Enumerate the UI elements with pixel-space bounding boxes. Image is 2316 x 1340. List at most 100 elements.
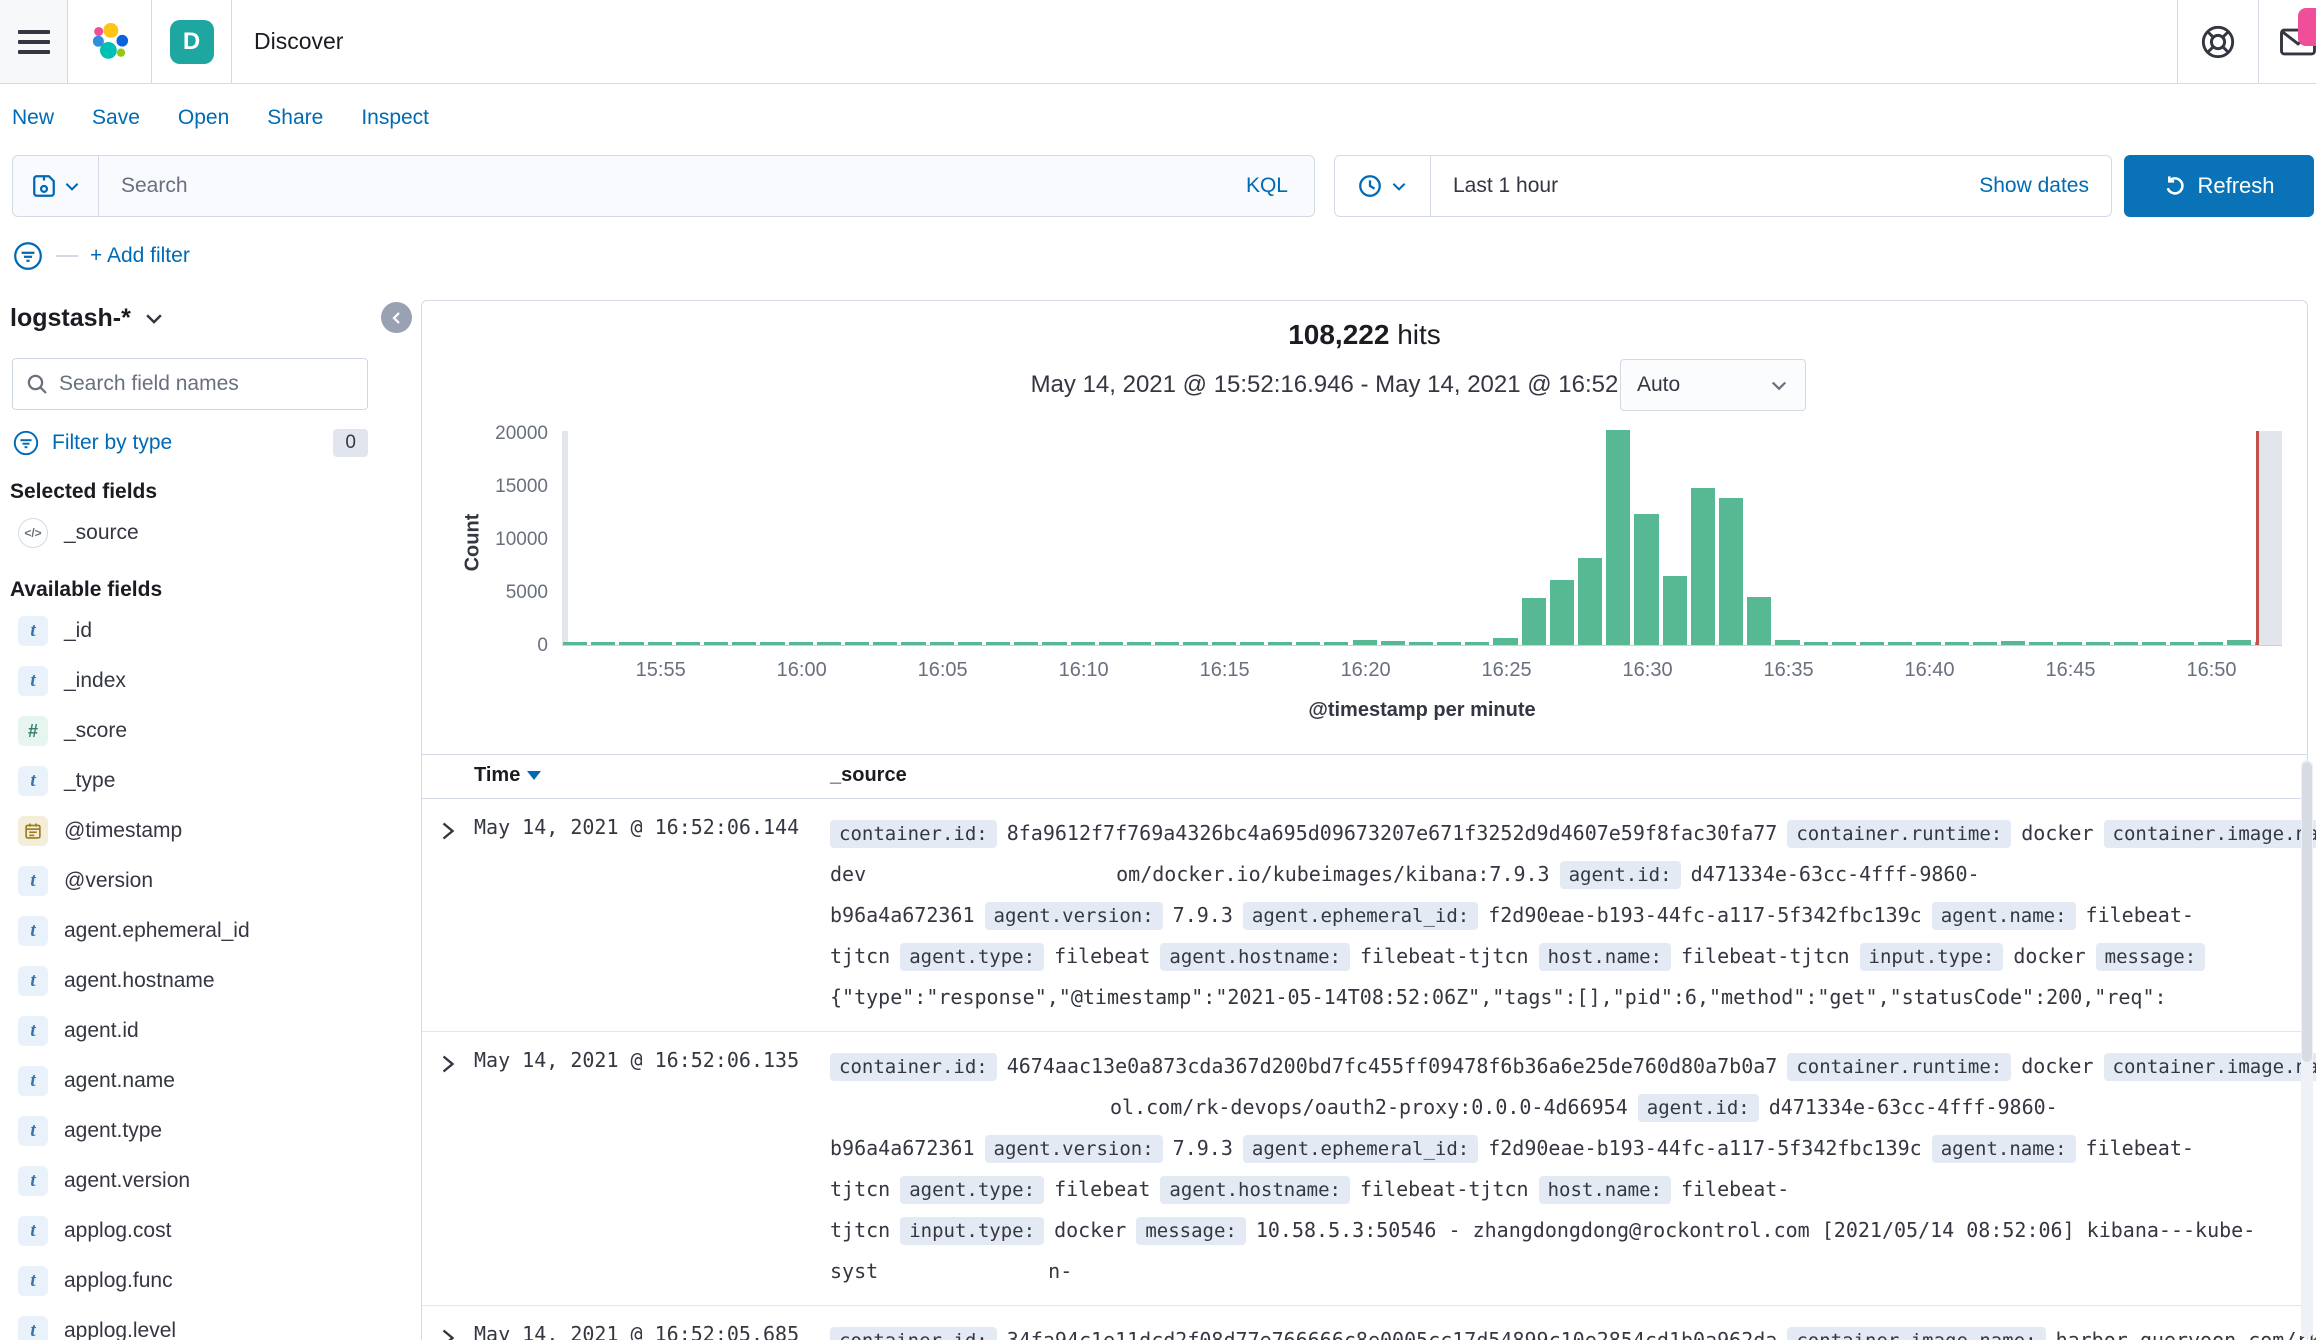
histogram-bar-16:06[interactable] — [958, 642, 982, 645]
menu-inspect[interactable]: Inspect — [361, 106, 429, 130]
field-search-input[interactable] — [59, 372, 355, 396]
histogram-bar-16:43[interactable] — [2001, 641, 2025, 645]
histogram-bar-15:57[interactable] — [704, 642, 728, 645]
field-item-applog-cost[interactable]: tapplog.cost — [0, 1206, 420, 1256]
histogram-bar-16:49[interactable] — [2170, 642, 2194, 645]
histogram-bar-16:48[interactable] — [2142, 642, 2166, 645]
histogram-bar-16:23[interactable] — [1437, 642, 1461, 645]
field-item--timestamp[interactable]: @timestamp — [0, 806, 420, 856]
histogram-bar-16:04[interactable] — [901, 642, 925, 645]
table-scrollbar[interactable] — [2301, 760, 2313, 1338]
histogram-bar-16:40[interactable] — [1916, 642, 1940, 645]
histogram-bar-16:11[interactable] — [1099, 642, 1123, 645]
histogram-bar-15:52[interactable] — [563, 642, 587, 645]
histogram-bar-16:17[interactable] — [1268, 642, 1292, 645]
expand-row-button[interactable] — [436, 1326, 460, 1340]
histogram-bar-16:27[interactable] — [1550, 580, 1574, 645]
filter-icon[interactable] — [12, 240, 44, 272]
histogram-bar-16:19[interactable] — [1324, 642, 1348, 645]
field-item-agent-version[interactable]: tagent.version — [0, 1156, 420, 1206]
histogram-bar-16:42[interactable] — [1973, 642, 1997, 645]
field-item--id[interactable]: t_id — [0, 606, 420, 656]
scrollbar-thumb[interactable] — [2302, 762, 2312, 1062]
histogram-bar-15:54[interactable] — [619, 642, 643, 645]
histogram-bar-16:26[interactable] — [1522, 598, 1546, 645]
index-pattern-switcher[interactable]: logstash-* — [0, 296, 420, 340]
histogram-bar-16:02[interactable] — [845, 642, 869, 645]
query-language-button[interactable]: KQL — [1220, 174, 1314, 198]
saved-query-menu-button[interactable] — [13, 156, 99, 216]
histogram-bar-16:05[interactable] — [930, 642, 954, 645]
menu-save[interactable]: Save — [92, 106, 140, 130]
histogram-interval-select[interactable]: Auto — [1620, 359, 1806, 411]
histogram-bar-16:44[interactable] — [2029, 642, 2053, 645]
expand-row-button[interactable] — [436, 1052, 460, 1076]
histogram-bar-16:12[interactable] — [1127, 642, 1151, 645]
field-item-agent-id[interactable]: tagent.id — [0, 1006, 420, 1056]
histogram-bar-15:56[interactable] — [676, 642, 700, 645]
field-item--source[interactable]: </>_source — [0, 508, 420, 558]
expand-row-button[interactable] — [436, 819, 460, 843]
menu-new[interactable]: New — [12, 106, 54, 130]
add-filter-button[interactable]: + Add filter — [90, 244, 190, 268]
histogram-bar-16:09[interactable] — [1042, 642, 1066, 645]
field-item-applog-level[interactable]: tapplog.level — [0, 1306, 420, 1340]
histogram-bar-16:15[interactable] — [1212, 642, 1236, 645]
main-menu-button[interactable] — [0, 0, 68, 83]
help-button[interactable] — [2196, 20, 2240, 64]
histogram-bar-16:41[interactable] — [1945, 642, 1969, 645]
histogram-bar-15:53[interactable] — [591, 642, 615, 645]
histogram-bar-16:47[interactable] — [2114, 642, 2138, 645]
histogram-bar-16:36[interactable] — [1804, 642, 1828, 645]
elastic-logo-zone[interactable] — [68, 0, 152, 83]
menu-share[interactable]: Share — [267, 106, 323, 130]
refresh-button[interactable]: Refresh — [2124, 155, 2314, 217]
histogram-bar-16:32[interactable] — [1691, 488, 1715, 645]
show-dates-button[interactable]: Show dates — [1957, 174, 2111, 198]
histogram-bar-16:13[interactable] — [1155, 642, 1179, 645]
histogram-bar-16:35[interactable] — [1775, 640, 1799, 646]
time-range-value[interactable]: Last 1 hour — [1431, 174, 1957, 198]
histogram-bar-16:46[interactable] — [2086, 642, 2110, 645]
field-item-agent-hostname[interactable]: tagent.hostname — [0, 956, 420, 1006]
histogram-bar-16:33[interactable] — [1719, 498, 1743, 645]
histogram-bar-16:16[interactable] — [1240, 642, 1264, 645]
histogram-bar-16:18[interactable] — [1296, 642, 1320, 645]
time-picker-quick-menu[interactable] — [1335, 156, 1431, 216]
field-item-applog-func[interactable]: tapplog.func — [0, 1256, 420, 1306]
field-item--index[interactable]: t_index — [0, 656, 420, 706]
histogram-bar-16:24[interactable] — [1465, 642, 1489, 645]
space-selector[interactable]: D — [152, 0, 232, 83]
histogram-bar-16:00[interactable] — [789, 642, 813, 645]
histogram-bar-16:25[interactable] — [1493, 638, 1517, 645]
histogram-bar-16:10[interactable] — [1071, 642, 1095, 645]
field-item-agent-type[interactable]: tagent.type — [0, 1106, 420, 1156]
histogram-bar-16:51[interactable] — [2227, 640, 2251, 645]
histogram-chart[interactable]: Count @timestamp per minute 050001000015… — [562, 421, 2282, 646]
histogram-bar-16:20[interactable] — [1353, 640, 1377, 645]
histogram-bar-16:01[interactable] — [817, 642, 841, 645]
field-item-agent-name[interactable]: tagent.name — [0, 1056, 420, 1106]
histogram-bar-16:22[interactable] — [1409, 642, 1433, 645]
histogram-bar-16:34[interactable] — [1747, 597, 1771, 645]
histogram-bar-16:03[interactable] — [873, 642, 897, 645]
histogram-bar-16:31[interactable] — [1663, 576, 1687, 645]
histogram-bar-16:45[interactable] — [2057, 642, 2081, 645]
filter-by-type-button[interactable]: Filter by type — [52, 431, 321, 455]
histogram-bar-16:50[interactable] — [2198, 642, 2222, 645]
column-header-time[interactable]: Time — [474, 764, 541, 787]
histogram-bar-16:21[interactable] — [1381, 641, 1405, 645]
histogram-bar-16:28[interactable] — [1578, 558, 1602, 645]
histogram-bar-16:08[interactable] — [1014, 642, 1038, 645]
histogram-bar-16:30[interactable] — [1634, 514, 1658, 645]
collapse-sidebar-button[interactable] — [381, 302, 412, 333]
histogram-bar-16:29[interactable] — [1606, 430, 1630, 645]
histogram-bar-15:58[interactable] — [732, 642, 756, 645]
histogram-bar-16:39[interactable] — [1888, 642, 1912, 645]
field-item--score[interactable]: #_score — [0, 706, 420, 756]
search-input[interactable] — [99, 174, 1220, 198]
menu-open[interactable]: Open — [178, 106, 229, 130]
field-item--type[interactable]: t_type — [0, 756, 420, 806]
histogram-bar-16:14[interactable] — [1183, 642, 1207, 645]
field-item-agent-ephemeral-id[interactable]: tagent.ephemeral_id — [0, 906, 420, 956]
